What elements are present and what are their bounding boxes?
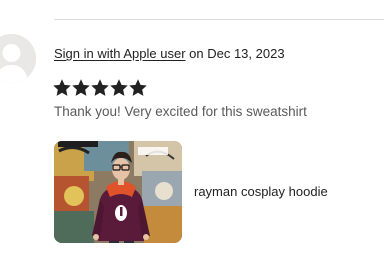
date-prefix: on [185,46,208,61]
divider [54,19,384,20]
reviewer-name-link[interactable]: Sign in with Apple user [54,46,186,61]
purchased-item-link[interactable]: rayman cosplay hoodie [54,141,374,243]
star-filled-icon [91,79,109,96]
item-title[interactable]: rayman cosplay hoodie [194,183,328,201]
item-thumbnail[interactable] [54,141,182,243]
star-filled-icon [72,79,90,96]
review-text: Thank you! Very excited for this sweatsh… [54,104,307,119]
review-meta: Sign in with Apple user on Dec 13, 2023 [54,45,285,63]
default-user-avatar-icon [0,34,36,83]
review-card: Sign in with Apple user on Dec 13, 2023 … [0,0,384,259]
star-rating [53,79,147,99]
star-filled-icon [110,79,128,96]
star-filled-icon [53,79,71,96]
review-date: Dec 13, 2023 [207,46,285,61]
star-filled-icon [129,79,147,96]
reviewer-avatar [0,34,36,83]
